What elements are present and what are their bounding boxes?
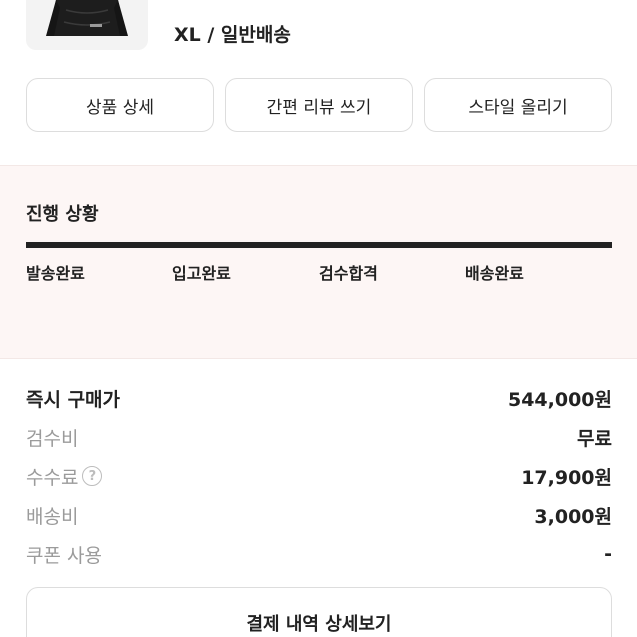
instant-buy-value: 544,000원 bbox=[507, 388, 612, 411]
product-image[interactable] bbox=[26, 0, 148, 50]
shipping-fee-label: 배송비 bbox=[26, 505, 79, 528]
product-detail-button[interactable]: 상품 상세 bbox=[26, 78, 214, 132]
commission-label-group: 수수료 ? bbox=[26, 463, 103, 490]
quick-review-button[interactable]: 간편 리뷰 쓰기 bbox=[225, 78, 413, 132]
progress-bar bbox=[26, 242, 612, 248]
commission-row: 수수료 ? 17,900원 bbox=[26, 461, 612, 491]
step-inspected: 검수합격 bbox=[319, 264, 378, 283]
inspection-fee-value: 무료 bbox=[577, 427, 612, 450]
inspection-fee-row: 검수비 무료 bbox=[26, 422, 612, 452]
shipping-fee-row: 배송비 3,000원 bbox=[26, 500, 612, 530]
instant-buy-row: 즉시 구매가 544,000원 bbox=[26, 383, 612, 413]
progress-section: 진행 상황 발송완료 입고완료 검수합격 배송완료 bbox=[0, 165, 637, 359]
payment-detail-button[interactable]: 결제 내역 상세보기 bbox=[26, 587, 612, 637]
commission-value: 17,900원 bbox=[521, 466, 612, 489]
product-option: XL / 일반배송 bbox=[174, 24, 291, 46]
jacket-image bbox=[46, 0, 128, 36]
coupon-value: - bbox=[604, 543, 612, 565]
step-received: 입고완료 bbox=[172, 264, 231, 283]
coupon-row: 쿠폰 사용 - bbox=[26, 539, 612, 569]
upload-style-button[interactable]: 스타일 올리기 bbox=[424, 78, 612, 132]
progress-title: 진행 상황 bbox=[26, 204, 99, 225]
commission-label: 수수료 bbox=[26, 466, 79, 489]
inspection-fee-label: 검수비 bbox=[26, 427, 79, 450]
step-shipped: 발송완료 bbox=[26, 264, 85, 283]
shipping-fee-value: 3,000원 bbox=[534, 505, 612, 528]
step-delivered: 배송완료 bbox=[465, 264, 524, 283]
coupon-label: 쿠폰 사용 bbox=[26, 544, 102, 567]
instant-buy-label: 즉시 구매가 bbox=[26, 388, 121, 411]
question-circle-icon[interactable]: ? bbox=[82, 466, 103, 486]
